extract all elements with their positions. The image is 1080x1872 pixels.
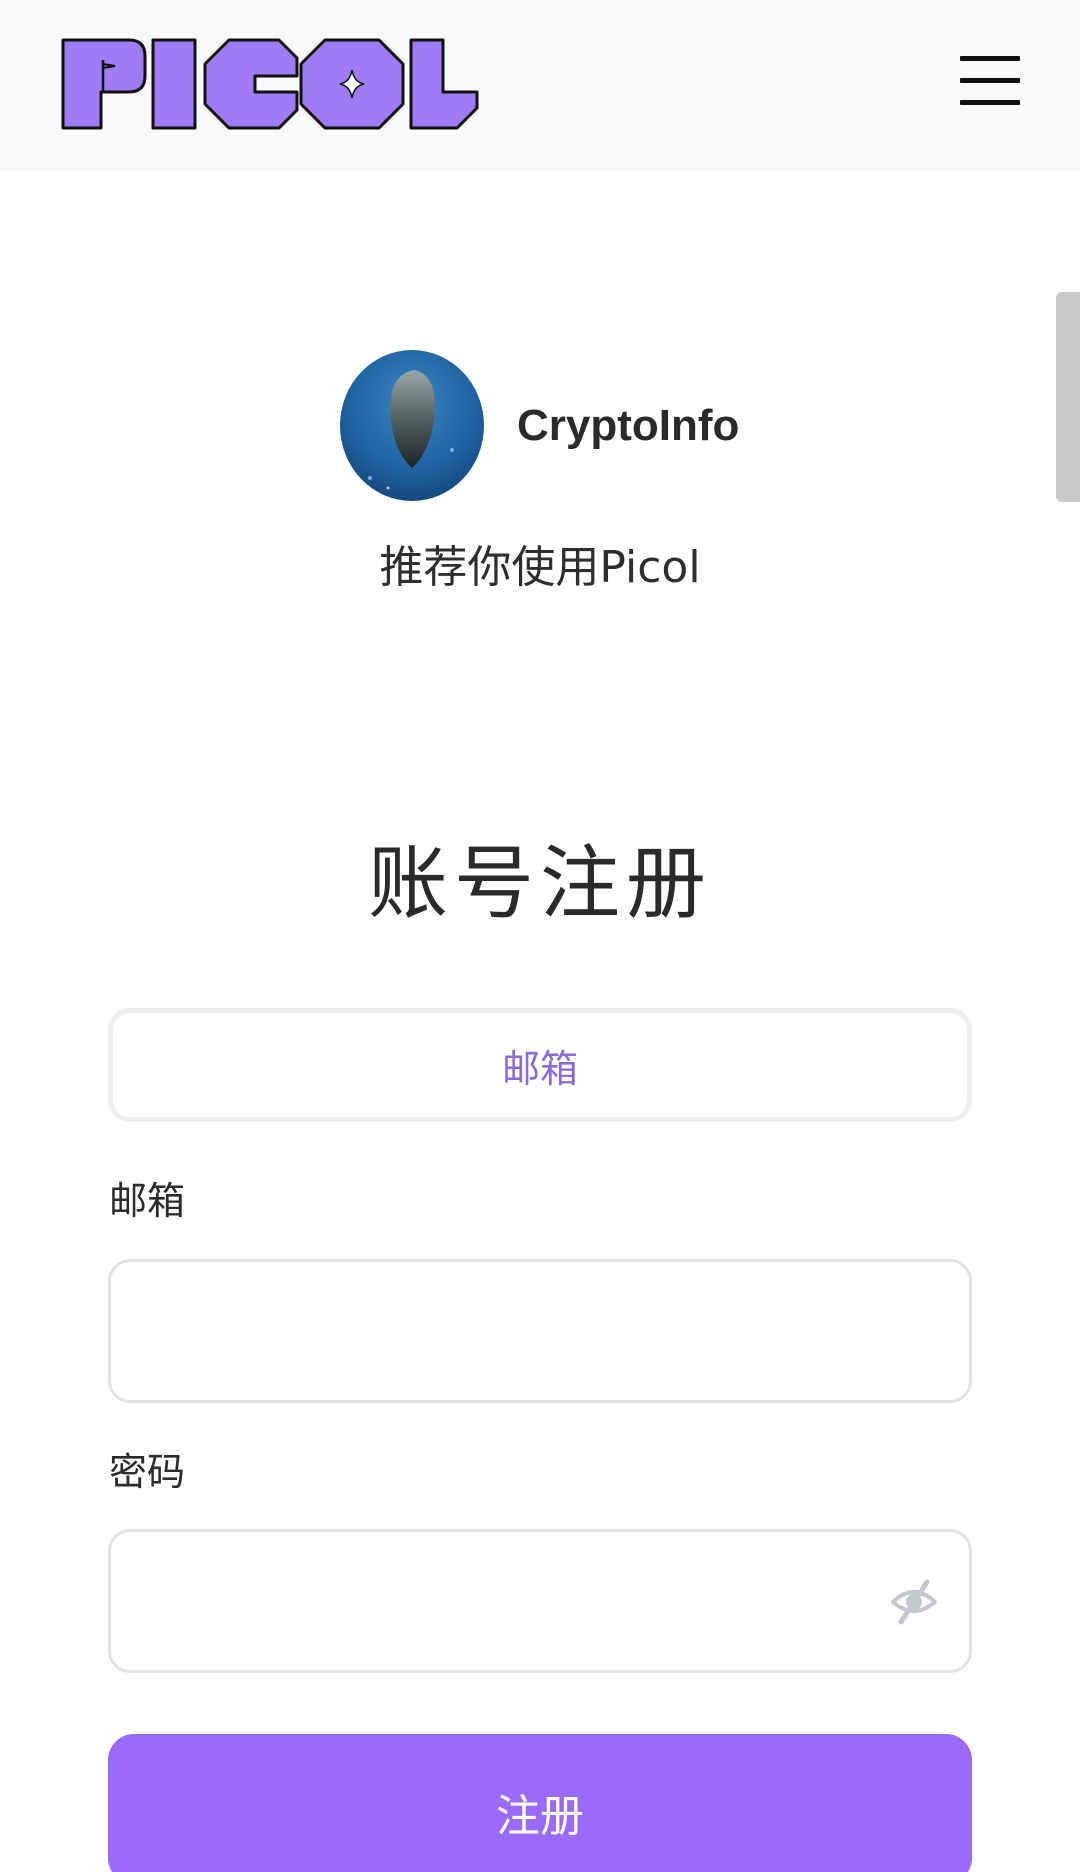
email-label: 邮箱: [109, 1179, 186, 1223]
referral-message: 推荐你使用Picol: [379, 542, 701, 593]
eye-off-icon[interactable]: [889, 1576, 939, 1626]
referrer-avatar: [340, 350, 484, 501]
password-field-box: [108, 1529, 972, 1673]
page-title: 账号注册: [368, 837, 712, 930]
register-method-tabs: 邮箱: [108, 1008, 972, 1122]
menu-line: [960, 78, 1020, 83]
scrollbar-thumb[interactable]: [1056, 292, 1080, 502]
password-label: 密码: [109, 1450, 186, 1494]
tab-email[interactable]: 邮箱: [113, 1013, 967, 1117]
menu-line: [960, 100, 1020, 105]
hamburger-menu-icon[interactable]: [958, 54, 1022, 110]
referrer-name: CryptoInfo: [517, 401, 740, 450]
header: [0, 0, 1080, 172]
picol-logo[interactable]: [59, 36, 481, 132]
register-button[interactable]: 注册: [108, 1734, 972, 1872]
email-field-box: [108, 1259, 972, 1403]
password-input[interactable]: [141, 1532, 925, 1672]
email-input[interactable]: [141, 1262, 925, 1402]
page: CryptoInfo 推荐你使用Picol 账号注册 邮箱 邮箱 密码 注册: [0, 0, 1080, 1872]
menu-line: [960, 56, 1020, 61]
